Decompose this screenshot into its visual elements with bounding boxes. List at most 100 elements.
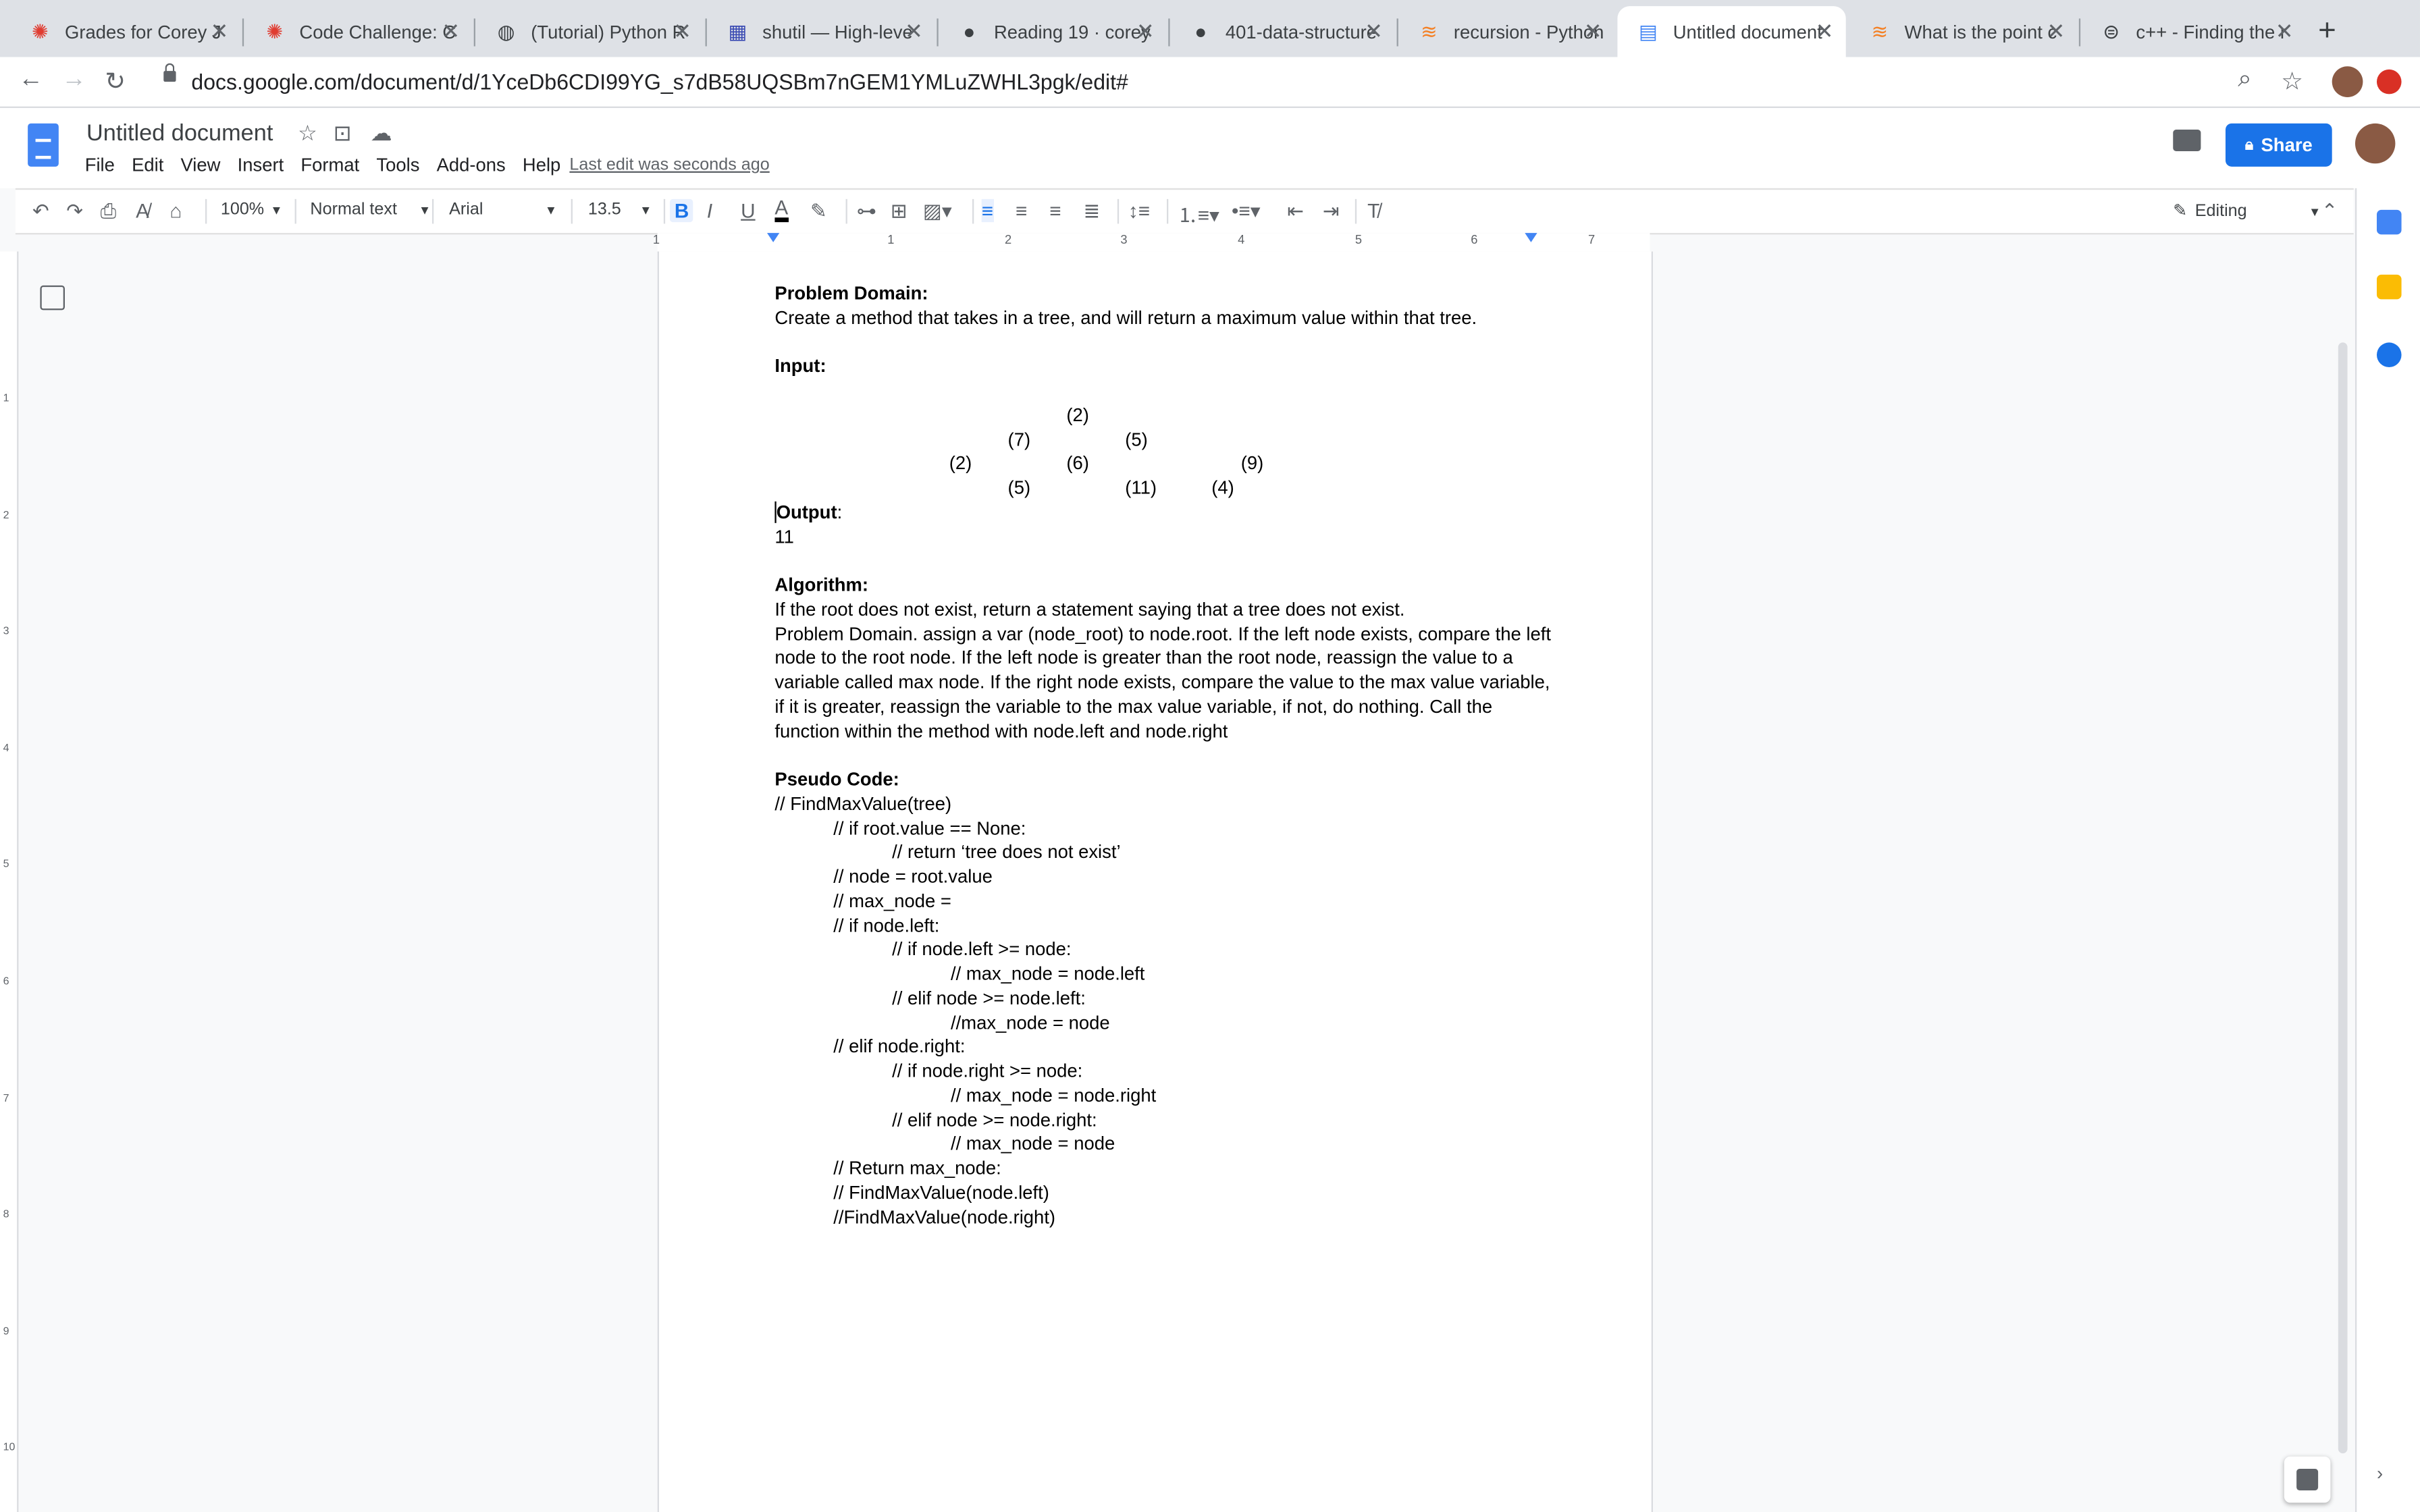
browser-tab[interactable]: ✺ Code Challenge: C ✕: [244, 6, 472, 57]
url-field[interactable]: docs.google.com/document/d/1YceDb6CDI99Y…: [191, 70, 1128, 94]
menu-format[interactable]: Format: [300, 155, 359, 176]
close-tab-icon[interactable]: ✕: [210, 18, 228, 45]
explore-button[interactable]: [2284, 1456, 2331, 1503]
close-tab-icon[interactable]: ✕: [905, 18, 923, 45]
docs-logo-icon[interactable]: [28, 123, 59, 167]
tab-title: c++ - Finding the r: [2136, 20, 2287, 43]
right-indent-marker[interactable]: [1525, 233, 1537, 242]
numbered-list-icon[interactable]: ⒈≡▾: [1178, 199, 1219, 228]
toolbar-divider: [294, 198, 296, 224]
bulleted-list-icon[interactable]: •≡▾: [1232, 199, 1261, 224]
menu-addons[interactable]: Add-ons: [437, 155, 506, 176]
last-edit-link[interactable]: Last edit was seconds ago: [569, 156, 769, 174]
menu-edit[interactable]: Edit: [132, 155, 163, 176]
left-indent-marker[interactable]: [766, 233, 780, 242]
align-center-icon[interactable]: ≡: [1016, 199, 1027, 222]
print-icon[interactable]: ⎙: [101, 199, 117, 224]
close-tab-icon[interactable]: ✕: [442, 18, 460, 45]
document-page[interactable]: Problem Domain: Create a method that tak…: [657, 251, 1653, 1512]
align-right-icon[interactable]: ≡: [1049, 199, 1061, 222]
tab-title: What is the point c: [1904, 20, 2057, 43]
editing-mode-label: Editing: [2194, 202, 2247, 221]
new-tab-icon[interactable]: +: [2318, 14, 2336, 50]
add-comment-icon[interactable]: ⊞: [891, 199, 908, 224]
comment-history-icon[interactable]: [2173, 129, 2201, 151]
keep-icon[interactable]: [2376, 274, 2402, 300]
browser-tab[interactable]: ● 401-data-structure ✕: [1170, 6, 1396, 57]
close-tab-icon[interactable]: ✕: [1365, 18, 1383, 45]
bold-button[interactable]: B: [669, 198, 694, 223]
editing-mode-select[interactable]: ✎ Editing ▼: [2173, 200, 2321, 221]
align-justify-icon[interactable]: ≣: [1084, 199, 1101, 224]
browser-tab[interactable]: ▦ shutil — High-leve ✕: [707, 6, 935, 57]
document-body[interactable]: Problem Domain: Create a method that tak…: [774, 282, 1551, 1230]
browser-tab[interactable]: ● Reading 19 · corey ✕: [939, 6, 1167, 57]
document-title[interactable]: Untitled document: [86, 120, 273, 146]
italic-button[interactable]: I: [707, 199, 712, 222]
menu-view[interactable]: View: [180, 155, 220, 176]
browser-tab[interactable]: ◍ (Tutorial) Python R ✕: [475, 6, 704, 57]
clear-formatting-icon[interactable]: T̸: [1367, 199, 1379, 222]
menu-help[interactable]: Help: [523, 155, 560, 176]
vertical-ruler[interactable]: 1 2 3 4 5 6 7 8 9 10: [0, 251, 19, 1512]
forward-icon[interactable]: →: [61, 66, 86, 94]
extension-icon[interactable]: [2376, 69, 2402, 94]
reload-icon[interactable]: ↻: [105, 66, 126, 97]
close-tab-icon[interactable]: ✕: [2047, 18, 2065, 45]
paint-format-icon[interactable]: ⌂: [169, 199, 182, 222]
profile-avatar[interactable]: [2332, 66, 2363, 97]
zoom-icon[interactable]: ⌕: [2238, 66, 2251, 94]
menu-tools[interactable]: Tools: [376, 155, 419, 176]
zoom-select[interactable]: 100% ▼: [221, 200, 283, 219]
account-avatar[interactable]: [2355, 123, 2396, 164]
pseudo-code-line: // elif node >= node.right:: [892, 1108, 1097, 1131]
browser-tab[interactable]: ≋ What is the point c ✕: [1849, 6, 2077, 57]
calendar-icon[interactable]: [2376, 209, 2402, 235]
scrollbar[interactable]: [2338, 342, 2348, 1454]
move-folder-icon[interactable]: ⊡: [334, 120, 352, 146]
chevron-down-icon: ▼: [270, 203, 283, 218]
star-icon[interactable]: ☆: [298, 120, 317, 146]
underline-button[interactable]: U: [741, 199, 755, 222]
align-left-icon[interactable]: ≡: [981, 198, 994, 223]
close-tab-icon[interactable]: ✕: [673, 18, 691, 45]
browser-tab-active[interactable]: ▤ Untitled document ✕: [1617, 6, 1846, 57]
decrease-indent-icon[interactable]: ⇤: [1287, 199, 1304, 224]
close-tab-icon[interactable]: ✕: [2276, 18, 2294, 45]
document-outline-icon[interactable]: [40, 285, 65, 310]
style-select[interactable]: Normal text ▼: [310, 200, 431, 219]
insert-image-icon[interactable]: ▨▾: [923, 199, 952, 224]
back-icon[interactable]: ←: [18, 66, 43, 94]
close-tab-icon[interactable]: ✕: [1816, 18, 1834, 45]
ruler-number: 4: [3, 743, 9, 755]
close-tab-icon[interactable]: ✕: [1584, 18, 1602, 45]
spellcheck-icon[interactable]: A̸: [136, 199, 149, 222]
chevron-right-icon[interactable]: ›: [2377, 1463, 2402, 1488]
cloud-saved-icon[interactable]: ☁: [371, 120, 392, 146]
font-size-select[interactable]: 13.5 ▼: [588, 200, 652, 219]
ruler-number: 8: [3, 1209, 9, 1220]
font-select[interactable]: Arial ▼: [449, 200, 557, 219]
pseudo-code-line: // node = root.value: [833, 865, 993, 888]
link-icon[interactable]: ⊶: [857, 199, 877, 224]
undo-icon[interactable]: ↶: [32, 199, 49, 224]
increase-indent-icon[interactable]: ⇥: [1323, 199, 1340, 224]
browser-tab[interactable]: ⊜ c++ - Finding the r ✕: [2080, 6, 2306, 57]
line-spacing-icon[interactable]: ↕≡: [1128, 199, 1150, 222]
menu-file[interactable]: File: [85, 155, 115, 176]
bookmark-star-icon[interactable]: ☆: [2281, 66, 2303, 97]
output-value: 11: [774, 525, 794, 547]
redo-icon[interactable]: ↷: [66, 199, 83, 224]
collapse-menus-icon[interactable]: ⌃: [2321, 199, 2338, 224]
text-color-icon[interactable]: A: [774, 198, 789, 223]
browser-tab[interactable]: ✺ Grades for Corey J ✕: [9, 6, 241, 57]
share-button[interactable]: 🔒︎ Share: [2225, 123, 2332, 167]
highlight-icon[interactable]: ✎: [810, 199, 827, 224]
close-tab-icon[interactable]: ✕: [1136, 18, 1155, 45]
horizontal-ruler[interactable]: 1 1 2 3 4 5 6 7: [653, 233, 1650, 253]
menu-insert[interactable]: Insert: [238, 155, 284, 176]
browser-tab[interactable]: ≋ recursion - Python ✕: [1398, 6, 1614, 57]
chevron-down-icon: ▼: [639, 203, 652, 218]
tasks-icon[interactable]: [2376, 342, 2402, 367]
